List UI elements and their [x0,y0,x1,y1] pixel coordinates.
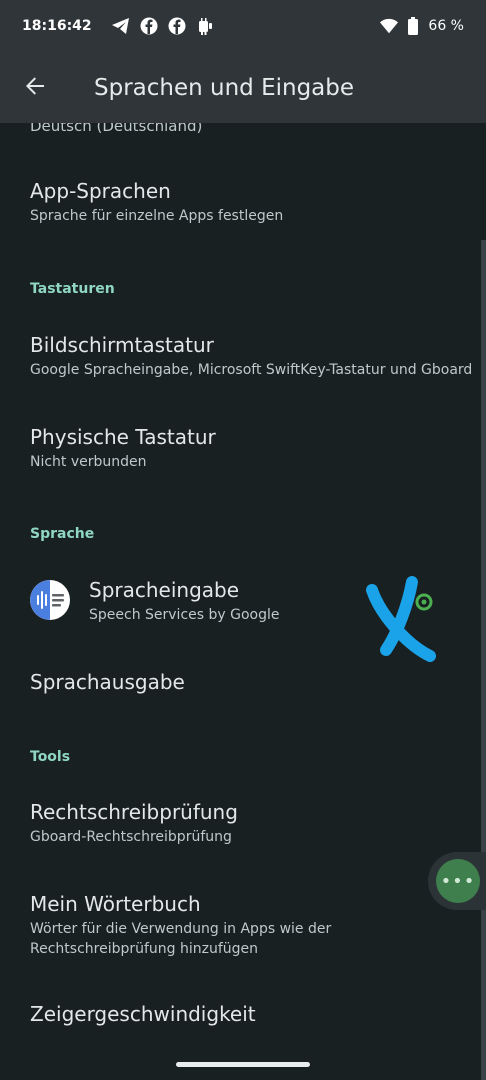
battery-icon [404,17,422,35]
spell-checker-item[interactable]: Rechtschreibprüfung Gboard-Rechtschreibp… [0,799,486,847]
scrollbar[interactable] [481,240,486,1080]
pointer-speed-item[interactable]: Zeigergeschwindigkeit [0,1001,486,1027]
languages-summary: Deutsch (Deutschland) [30,123,203,135]
section-header-speech: Sprache [30,526,95,542]
android-icon [196,17,214,35]
system-status: 66 % [380,17,464,35]
arrow-back-icon [23,74,47,102]
more-dots-icon: ••• [436,859,480,903]
status-time: 18:16:42 [22,18,92,34]
back-button[interactable] [0,52,70,123]
battery-percent: 66 % [428,18,464,34]
speech-services-icon [30,580,70,620]
tts-output-item[interactable]: Sprachausgabe [0,669,486,695]
item-subtitle: Gboard-Rechtschreibprüfung [30,829,232,845]
item-subtitle: Sprache für einzelne Apps festlegen [30,208,284,224]
telegram-icon [111,17,130,35]
item-title: Physische Tastatur [30,425,216,449]
item-subtitle-line2: Rechtschreibprüfung hinzufügen [30,941,259,957]
wifi-icon [380,17,399,35]
physical-keyboard-item[interactable]: Physische Tastatur Nicht verbunden [0,424,486,472]
floating-assistant-button[interactable]: ••• [428,852,486,910]
item-subtitle-line1: Wörter für die Verwendung in Apps wie de… [30,921,332,937]
item-subtitle: Nicht verbunden [30,454,147,470]
notification-icons [111,17,214,35]
item-title: Rechtschreibprüfung [30,800,238,824]
screen: 18:16:42 66 % Sprachen und Eingabe Deuts… [0,0,486,1080]
item-subtitle: Google Spracheingabe, Microsoft SwiftKey… [30,362,473,378]
home-indicator[interactable] [176,1062,310,1067]
personal-dictionary-item[interactable]: Mein Wörterbuch Wörter für die Verwendun… [0,891,486,959]
item-title: Mein Wörterbuch [30,892,201,916]
facebook-icon [140,17,158,35]
item-title: Zeigergeschwindigkeit [30,1002,256,1026]
facebook-icon [168,17,186,35]
item-title: Sprachausgabe [30,670,185,694]
item-title: Bildschirmtastatur [30,333,214,357]
item-title: App-Sprachen [30,179,171,203]
status-bar: 18:16:42 66 % [0,0,486,52]
app-languages-item[interactable]: App-Sprachen Sprache für einzelne Apps f… [0,178,486,226]
section-header-keyboards: Tastaturen [30,281,115,297]
section-header-tools: Tools [30,749,71,765]
on-screen-keyboard-item[interactable]: Bildschirmtastatur Google Spracheingabe,… [0,332,486,380]
app-overlay-x-gear-icon [360,574,446,668]
page-title: Sprachen und Eingabe [94,74,355,101]
app-bar: Sprachen und Eingabe [0,52,486,123]
